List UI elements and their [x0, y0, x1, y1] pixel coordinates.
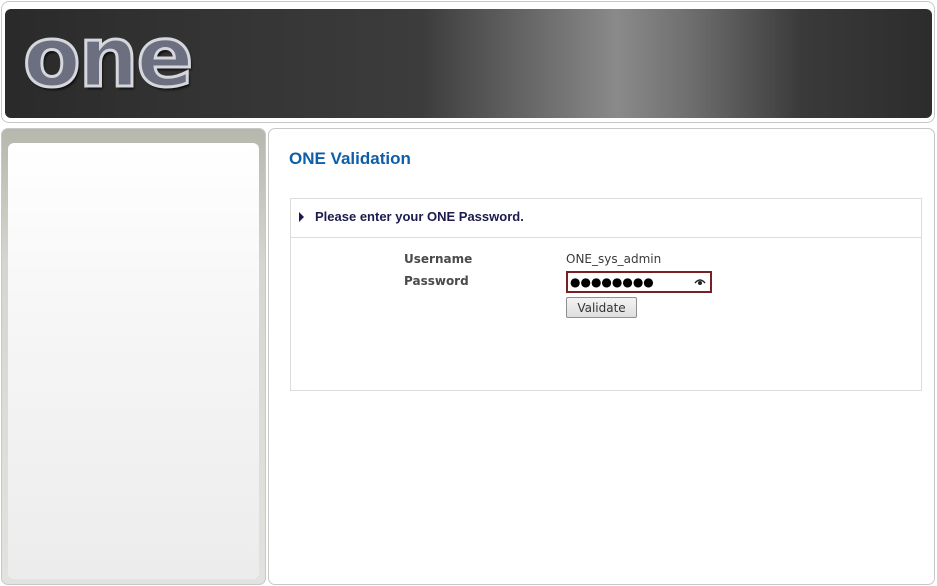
caret-right-icon: [299, 212, 304, 222]
sidebar: [1, 128, 266, 585]
one-logo: one: [21, 8, 194, 106]
username-value: ONE_sys_admin: [566, 252, 662, 266]
password-field[interactable]: [566, 271, 712, 293]
form-prompt: Please enter your ONE Password.: [315, 209, 524, 224]
validation-form: Please enter your ONE Password. Username…: [290, 198, 922, 391]
eye-icon[interactable]: [694, 276, 706, 288]
password-label: Password: [404, 274, 469, 288]
password-input[interactable]: [570, 274, 688, 290]
sidebar-panel: [8, 143, 259, 579]
page-title: ONE Validation: [289, 149, 411, 168]
validate-button[interactable]: Validate: [566, 297, 637, 318]
header-banner: one: [5, 9, 932, 118]
username-label: Username: [404, 252, 473, 266]
form-header: Please enter your ONE Password.: [291, 199, 921, 238]
